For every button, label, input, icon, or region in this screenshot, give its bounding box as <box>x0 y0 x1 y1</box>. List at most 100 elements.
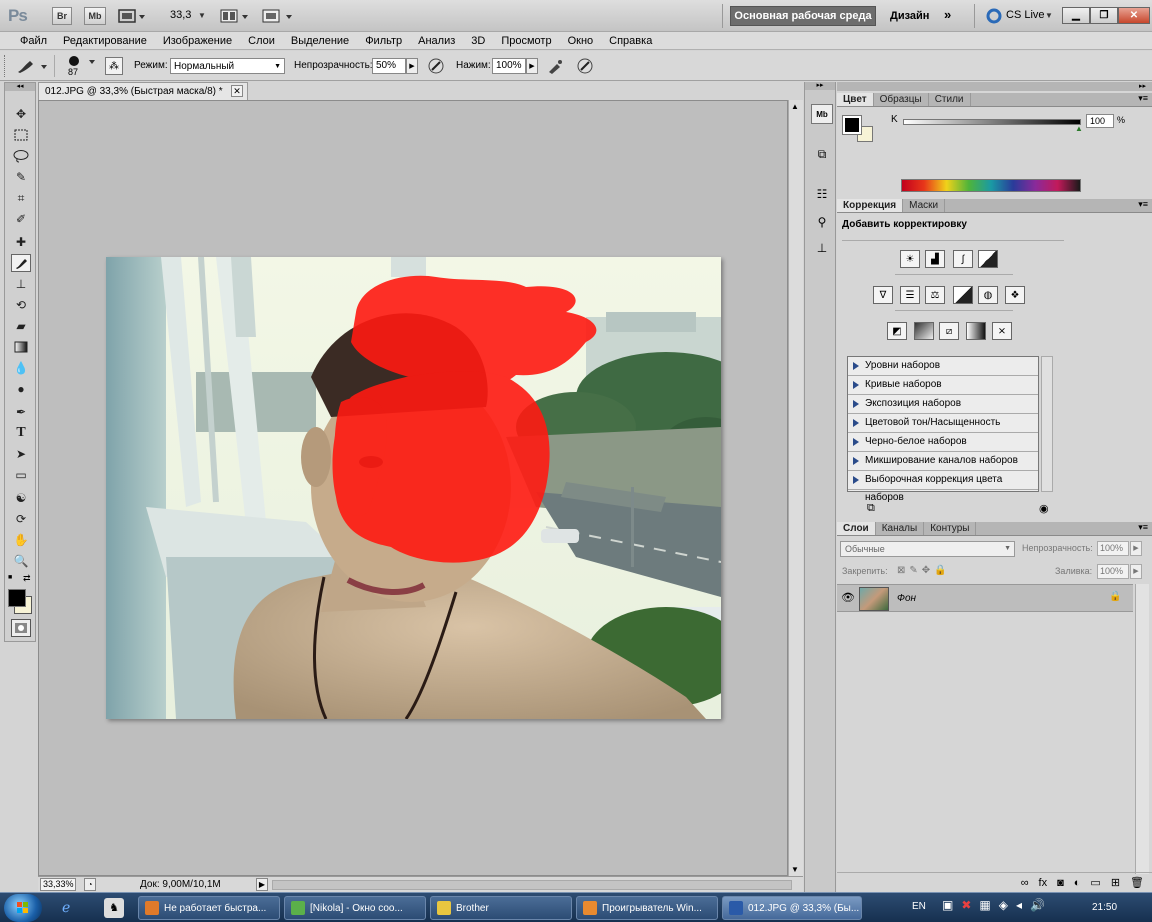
clock[interactable]: 21:50 <box>1092 902 1117 913</box>
tray-antivirus-icon[interactable]: ✖ <box>961 898 971 912</box>
tab-masks[interactable]: Маски <box>903 199 946 212</box>
link-layers-icon[interactable]: ∞ <box>1021 877 1029 889</box>
document-tab[interactable]: 012.JPG @ 33,3% (Быстрая маска/8) * ✕ <box>38 82 248 100</box>
preset-exposure[interactable]: Экспозиция наборов <box>848 395 1038 414</box>
task-media-player[interactable]: Проигрыватель Win... <box>576 896 718 920</box>
slider-thumb-icon[interactable]: ▲ <box>1075 124 1083 133</box>
flow-slider-button[interactable]: ▶ <box>526 58 538 74</box>
move-tool-icon[interactable]: ✥ <box>11 105 31 123</box>
add-mask-icon[interactable]: ◙ <box>1057 877 1064 889</box>
dodge-tool-icon[interactable]: ● <box>11 380 31 398</box>
language-indicator[interactable]: EN <box>912 901 926 912</box>
selective-color-icon[interactable]: ⨯ <box>992 322 1012 340</box>
tab-styles[interactable]: Стили <box>929 93 971 106</box>
minimize-button[interactable]: ▁ <box>1062 7 1090 24</box>
collapse-panels-icon[interactable]: ▸▸ <box>837 82 1152 91</box>
tab-color[interactable]: Цвет <box>837 93 874 106</box>
delete-layer-icon[interactable]: 🗑 <box>1130 876 1144 889</box>
color-foreground-swatch[interactable] <box>842 115 862 135</box>
path-selection-tool-icon[interactable]: ➤ <box>11 445 31 463</box>
brightness-contrast-icon[interactable]: ☀ <box>900 250 920 268</box>
k-value-input[interactable]: 100 <box>1086 114 1114 128</box>
task-chat[interactable]: [Nikola] - Окно соо... <box>284 896 426 920</box>
document-image[interactable] <box>106 257 721 719</box>
layer-style-icon[interactable]: fx <box>1039 877 1048 889</box>
posterize-icon[interactable] <box>914 322 934 340</box>
preset-levels[interactable]: Уровни наборов <box>848 357 1038 376</box>
brush-presets-icon[interactable]: ☷ <box>811 184 833 204</box>
lock-icons[interactable]: ⊠✎✥🔒 <box>897 565 951 576</box>
tray-volume-icon[interactable]: 🔊 <box>1030 898 1045 912</box>
hue-saturation-icon[interactable]: ☰ <box>900 286 920 304</box>
add-adjustment-icon[interactable]: ⧉ <box>867 502 875 515</box>
scroll-down-icon[interactable]: ▼ <box>791 865 799 874</box>
menu-analysis[interactable]: Анализ <box>410 32 463 50</box>
tab-swatches[interactable]: Образцы <box>874 93 929 106</box>
hand-tool-icon[interactable]: ✋ <box>11 531 31 549</box>
photo-filter-icon[interactable]: ◍ <box>978 286 998 304</box>
menu-help[interactable]: Справка <box>601 32 660 50</box>
workspace-design-button[interactable]: Дизайн <box>890 10 929 22</box>
expand-dock-icon[interactable]: ▸▸ <box>805 82 835 90</box>
airbrush-button[interactable] <box>546 57 564 75</box>
close-button[interactable]: ✕ <box>1118 7 1150 24</box>
levels-icon[interactable]: ▟ <box>925 250 945 268</box>
crop-tool-icon[interactable]: ⌗ <box>11 189 31 207</box>
history-icon[interactable]: ⧉ <box>811 144 833 164</box>
menu-select[interactable]: Выделение <box>283 32 357 50</box>
default-colors-icon[interactable]: ■ <box>8 574 12 581</box>
eraser-tool-icon[interactable]: ▰ <box>11 317 31 335</box>
gradient-map-icon[interactable] <box>966 322 986 340</box>
fill-input[interactable]: 100% <box>1097 564 1129 579</box>
k-slider[interactable] <box>903 119 1081 125</box>
tab-adjustments[interactable]: Коррекция <box>837 199 904 212</box>
task-firefox[interactable]: Не работает быстра... <box>138 896 280 920</box>
clone-stamp-tool-icon[interactable]: ⊥ <box>11 275 31 293</box>
scroll-up-icon[interactable]: ▲ <box>791 102 799 111</box>
tray-status-icon[interactable]: ◈ <box>999 898 1008 912</box>
channel-mixer-icon[interactable]: ❖ <box>1005 286 1025 304</box>
vertical-scrollbar[interactable]: ▲ ▼ <box>788 100 803 876</box>
type-tool-icon[interactable]: T <box>11 424 31 442</box>
preset-curves[interactable]: Кривые наборов <box>848 376 1038 395</box>
status-menu-arrow-icon[interactable]: ▶ <box>256 878 268 891</box>
3d-rotate-tool-icon[interactable]: ☯ <box>11 489 31 507</box>
panel-menu-icon[interactable]: ▾≡ <box>1138 199 1148 210</box>
cs-live-dropdown-icon[interactable]: ▼ <box>1045 11 1053 20</box>
healing-brush-tool-icon[interactable]: ✚ <box>11 233 31 251</box>
vibrance-icon[interactable]: ∇ <box>873 286 893 304</box>
tool-preset-picker[interactable] <box>14 56 48 76</box>
layer-row[interactable]: 👁 Фон 🔒 <box>837 584 1133 612</box>
tab-channels[interactable]: Каналы <box>876 522 925 535</box>
mode-select[interactable]: Нормальный ▼ <box>170 58 285 74</box>
menu-edit[interactable]: Редактирование <box>55 32 155 50</box>
preset-hue-saturation[interactable]: Цветовой тон/Насыщенность наборов <box>848 414 1038 446</box>
chevron-right-icon[interactable]: ▶ <box>1130 564 1142 579</box>
restore-button[interactable]: ❐ <box>1090 7 1118 24</box>
history-brush-tool-icon[interactable]: ⟲ <box>11 296 31 314</box>
menu-filter[interactable]: Фильтр <box>357 32 410 50</box>
zoom-level[interactable]: 33,3 <box>170 9 191 21</box>
menu-window[interactable]: Окно <box>560 32 602 50</box>
rectangle-tool-icon[interactable]: ▭ <box>11 466 31 484</box>
tray-app-icon[interactable]: ▣ <box>942 898 953 912</box>
tab-layers[interactable]: Слои <box>837 522 876 535</box>
new-group-icon[interactable]: ▭ <box>1090 876 1100 889</box>
invert-icon[interactable]: ◩ <box>887 322 907 340</box>
eye-icon[interactable]: 👁 <box>841 591 855 604</box>
3d-orbit-tool-icon[interactable]: ⟳ <box>11 510 31 528</box>
tool-presets-icon[interactable]: ⊥ <box>811 238 833 258</box>
menu-view[interactable]: Просмотр <box>493 32 559 50</box>
bridge-button[interactable]: Br <box>52 7 72 25</box>
foreground-color-swatch[interactable] <box>8 589 26 607</box>
preset-black-white[interactable]: Черно-белое наборов <box>848 433 1038 452</box>
new-layer-icon[interactable]: ⊞ <box>1111 876 1120 889</box>
arrange-documents-button[interactable] <box>220 8 250 24</box>
zoom-dropdown-icon[interactable]: ▼ <box>198 11 206 20</box>
tray-network-icon[interactable]: ▦ <box>979 898 990 912</box>
quick-mask-icon[interactable] <box>11 619 31 637</box>
brush-picker[interactable]: 87 <box>64 54 100 78</box>
layer-opacity-input[interactable]: 100% <box>1097 541 1129 556</box>
color-balance-icon[interactable]: ⚖ <box>925 286 945 304</box>
tablet-opacity-button[interactable] <box>427 57 445 75</box>
